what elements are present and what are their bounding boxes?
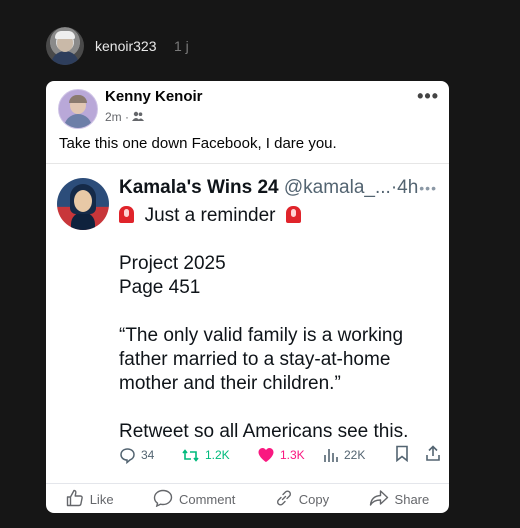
views-chart-icon (323, 447, 339, 463)
reply-count: 34 (141, 448, 155, 462)
poster-username[interactable]: kenoir323 (95, 38, 157, 54)
fb-author-name: Kenny Kenoir (105, 88, 203, 105)
poster-avatar[interactable] (46, 27, 84, 65)
tweet-retweets: 1.2K (181, 447, 257, 464)
post-header: kenoir323 1 j (0, 0, 520, 80)
more-options-icon: ••• (417, 86, 439, 106)
fb-author-avatar (58, 89, 98, 129)
comment-label: Comment (178, 491, 236, 507)
thumbs-up-icon (66, 489, 84, 510)
tweet-quote-line-3: mother and their children.” (119, 373, 341, 394)
tweet-more-icon: ••• (419, 180, 437, 196)
views-count: 22K (344, 448, 366, 462)
copy-label: Copy (298, 491, 330, 507)
share-arrow-icon (369, 489, 389, 510)
siren-icon (286, 206, 302, 223)
like-button[interactable]: Like (66, 489, 114, 510)
tweet-line-reminder: Just a reminder (144, 205, 276, 226)
post-time: 1 j (174, 38, 189, 54)
tweet-replies: 34 (119, 447, 181, 464)
siren-icon (119, 206, 134, 223)
retweet-icon (181, 447, 200, 464)
like-label: Like (89, 491, 114, 507)
facebook-post-screenshot: Kenny Kenoir 2m · ••• Take this one down… (46, 81, 449, 513)
tweet-likes: 1.3K (257, 447, 323, 463)
comment-bubble-icon (153, 489, 173, 510)
share-upload-icon (425, 445, 441, 465)
tweet-stats: 34 1.2K 1.3K 22K (119, 445, 445, 465)
friends-icon (132, 110, 144, 124)
tweet-author-avatar (57, 178, 109, 230)
tweet-line-page: Page 451 (119, 277, 201, 298)
link-icon (275, 489, 293, 510)
tweet-handle: @kamala_... (283, 177, 391, 198)
fb-post-meta: 2m · (105, 110, 144, 124)
tweet-quote-line-1: “The only valid family is a working (119, 325, 404, 346)
tweet-cta: Retweet so all Americans see this. (119, 421, 409, 442)
fb-action-bar: Like Comment Copy Share (46, 483, 449, 513)
reply-icon (119, 447, 136, 464)
fb-post-time: 2m · (105, 110, 129, 124)
comment-button[interactable]: Comment (153, 489, 235, 510)
bookmark-icon (395, 445, 425, 465)
share-button[interactable]: Share (369, 489, 430, 510)
tweet-views: 22K (323, 447, 395, 463)
embedded-tweet: Kamala's Wins 24 @kamala_...·4h ••• Just… (46, 163, 449, 479)
like-count: 1.3K (280, 448, 305, 462)
tweet-time: ·4h (390, 177, 419, 198)
tweet-author-name: Kamala's Wins 24 (119, 177, 279, 198)
tweet-quote-line-2: father married to a stay-at-home (119, 349, 391, 370)
copy-button[interactable]: Copy (275, 489, 329, 510)
tweet-body: Just a reminder Project 2025 Page 451 “T… (119, 204, 439, 444)
retweet-count: 1.2K (205, 448, 230, 462)
tweet-header: Kamala's Wins 24 @kamala_...·4h (119, 177, 439, 199)
share-label: Share (394, 491, 430, 507)
tweet-line-project: Project 2025 (119, 253, 226, 274)
fb-post-text: Take this one down Facebook, I dare you. (59, 135, 337, 152)
heart-icon (257, 447, 275, 463)
